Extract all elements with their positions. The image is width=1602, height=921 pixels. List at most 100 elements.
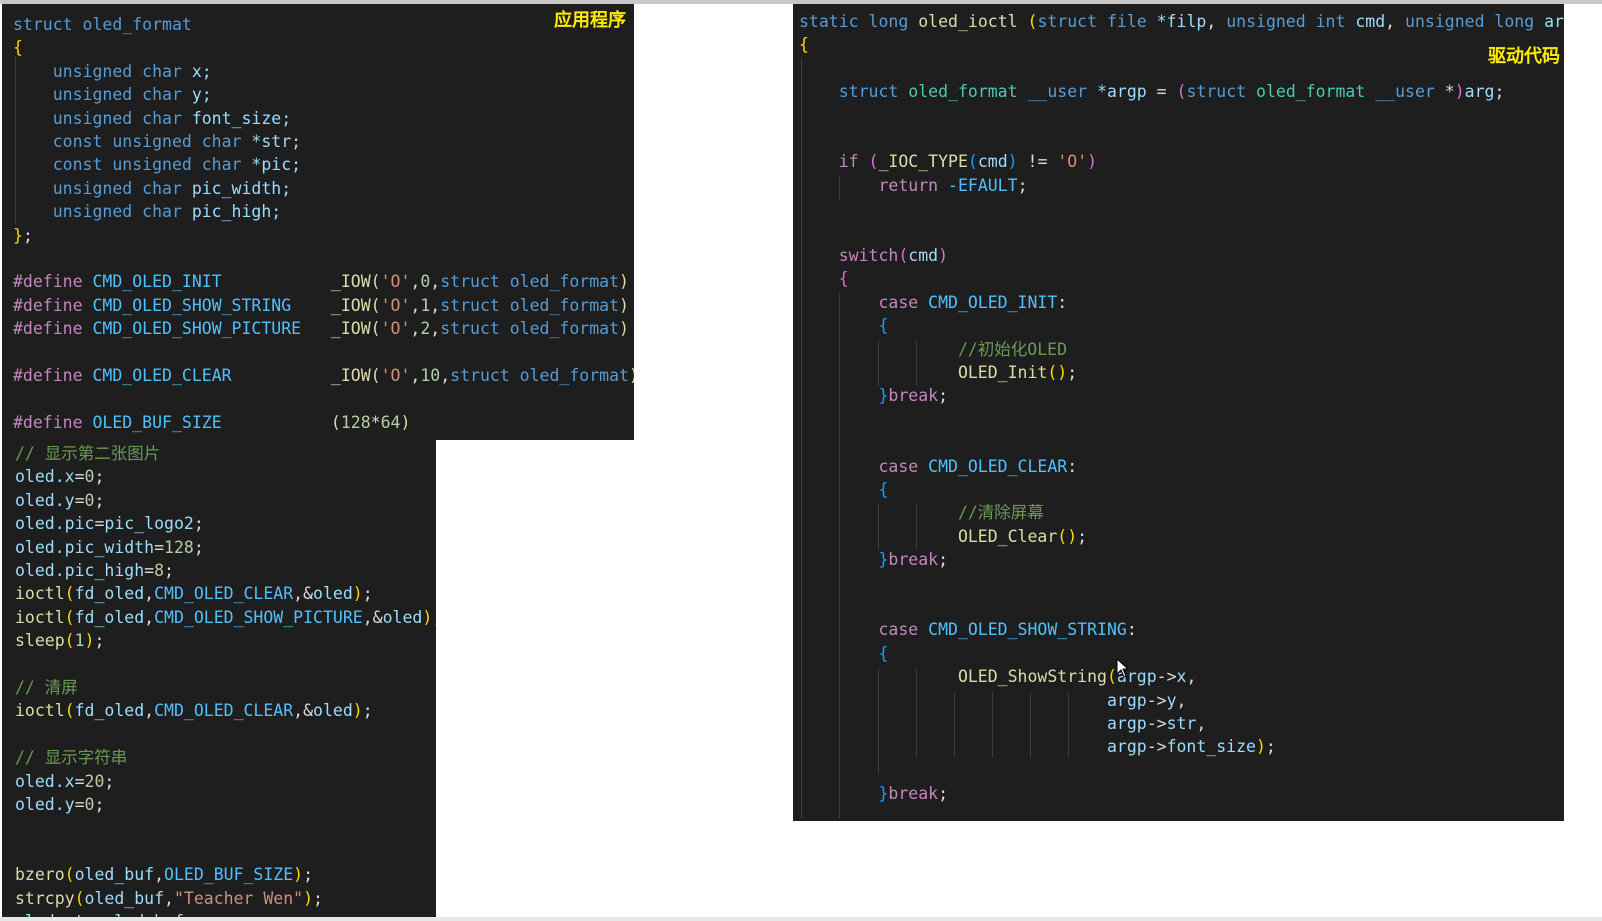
- code-line: argp->font_size);: [793, 735, 1564, 759]
- code-token: OLED_ShowString: [799, 667, 1107, 687]
- code-token: {: [799, 316, 889, 336]
- code-token: ;: [1494, 82, 1505, 102]
- code-token: (): [1057, 526, 1078, 546]
- code-token: break: [888, 550, 939, 570]
- code-token: break: [888, 784, 939, 804]
- code-line: oled.x=0;: [2, 465, 436, 489]
- code-line: unsigned char font_size;: [2, 107, 634, 131]
- code-token: 'O': [380, 295, 411, 315]
- code-token: break: [888, 386, 939, 406]
- code-token: const unsigned char: [13, 132, 252, 151]
- code-token: case: [799, 292, 929, 312]
- code-token: unsigned char: [13, 85, 192, 105]
- struct-code-panel[interactable]: 应用程序 struct oled_format{ unsigned char x…: [2, 4, 634, 440]
- code-token: ): [1087, 152, 1098, 172]
- code-token: {: [799, 643, 889, 663]
- code-token: oled.x: [15, 467, 75, 487]
- code-token: CMD_OLED_CLEAR: [928, 456, 1068, 476]
- code-token: argp: [799, 690, 1147, 710]
- code-line: bzero(oled_buf,OLED_BUF_SIZE);: [2, 863, 436, 887]
- code-token: ;: [94, 631, 105, 651]
- code-token: =: [94, 514, 105, 534]
- code-token: ): [619, 272, 629, 292]
- code-token: CMD_OLED_SHOW_PICTURE: [92, 319, 331, 339]
- code-token: *argp: [1097, 82, 1157, 102]
- code-token: sleep: [15, 631, 65, 651]
- code-token: 10: [420, 366, 441, 385]
- code-token: *: [370, 412, 381, 432]
- code-token: oled.y: [15, 795, 75, 814]
- code-token: :: [1057, 292, 1068, 312]
- code-token: CMD_OLED_SHOW_PICTURE: [154, 607, 363, 627]
- code-line: {: [793, 314, 1564, 338]
- code-token: 0: [84, 467, 95, 487]
- code-line: {: [793, 33, 1564, 57]
- code-token: (: [330, 412, 341, 432]
- code-token: *filp: [1156, 12, 1207, 31]
- code-token: ,: [1186, 667, 1197, 687]
- code-token: ): [629, 366, 634, 385]
- code-token: struct oled_format: [450, 366, 629, 385]
- code-token: oled: [313, 701, 353, 721]
- code-token: argp: [799, 714, 1147, 733]
- code-token: {: [799, 269, 849, 289]
- code-line: oled.pic_high=8;: [2, 559, 436, 583]
- code-token: OLED_BUF_SIZE: [164, 865, 294, 885]
- code-line: //初始化OLED: [793, 338, 1564, 362]
- code-token: // 清屏: [15, 678, 78, 697]
- code-token: ,: [440, 366, 451, 385]
- code-token: ,: [410, 366, 421, 385]
- code-line: #define CMD_OLED_INIT _IOW('O',0,struct …: [2, 270, 634, 294]
- code-line: case CMD_OLED_INIT:: [793, 291, 1564, 315]
- code-line: oled.y=0;: [2, 489, 436, 513]
- code-token: ,: [410, 272, 421, 292]
- code-token: #define: [13, 366, 93, 385]
- code-token: :: [1067, 456, 1078, 476]
- code-token: }: [799, 550, 889, 570]
- code-token: ;: [303, 865, 314, 885]
- code-token: ,: [144, 607, 155, 627]
- code-token: struct: [799, 82, 909, 102]
- code-token: ,: [1385, 12, 1406, 31]
- code-token: cmd: [1355, 12, 1386, 31]
- code-token: ioctl: [15, 584, 65, 604]
- code-token: if: [799, 152, 869, 172]
- code-token: ): [619, 319, 629, 339]
- code-line: OLED_ShowString(argp->x,: [793, 665, 1564, 689]
- code-token: (: [64, 607, 75, 627]
- code-token: #define: [13, 295, 93, 315]
- code-line: OLED_Init();: [793, 361, 1564, 385]
- code-token: ;: [193, 537, 204, 557]
- code-token: ): [84, 631, 95, 651]
- app-code-panel[interactable]: // 显示第二张图片 oled.x=0; oled.y=0; oled.pic=pic…: [2, 440, 436, 917]
- code-line: case CMD_OLED_SHOW_STRING:: [793, 618, 1564, 642]
- code-token: fd_oled: [74, 607, 145, 627]
- code-token: CMD_OLED_INIT: [92, 272, 331, 292]
- code-token: strcpy: [15, 888, 75, 908]
- code-token: ,: [1196, 714, 1207, 733]
- code-token: {: [13, 38, 23, 58]
- code-token: CMD_OLED_SHOW_STRING: [92, 295, 331, 315]
- code-token: oled_format: [1256, 82, 1376, 102]
- code-token: =: [154, 537, 165, 557]
- code-token: ,: [410, 295, 421, 315]
- code-token: ;: [193, 514, 204, 534]
- code-token: case: [799, 620, 929, 640]
- code-token: unsigned char: [13, 108, 192, 128]
- code-token: // 显示字符串: [15, 748, 128, 768]
- code-token: #define: [13, 272, 93, 292]
- code-token: #define: [13, 319, 93, 339]
- code-token: str: [1166, 714, 1197, 733]
- driver-code-panel[interactable]: 驱动代码 static long oled_ioctl (struct file…: [793, 4, 1564, 821]
- code-token: *str;: [251, 132, 302, 151]
- code-token: (: [898, 246, 909, 265]
- code-token: _IOW(: [330, 272, 381, 292]
- code-token: oled_buf: [74, 865, 155, 885]
- code-token: ->: [1146, 737, 1167, 757]
